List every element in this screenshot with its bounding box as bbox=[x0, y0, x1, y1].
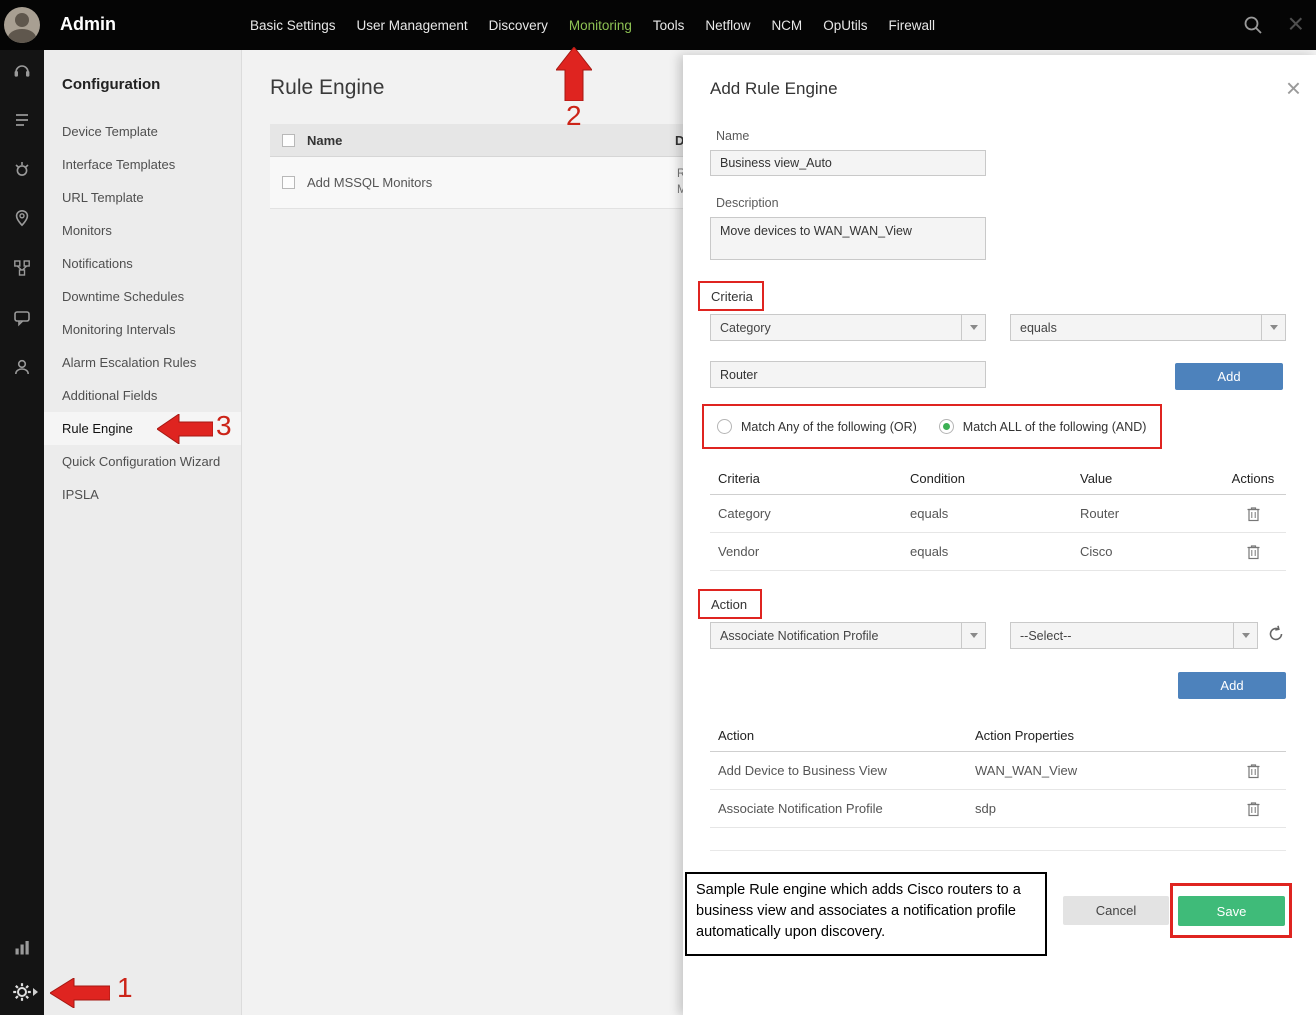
annotation-step-3: 3 bbox=[216, 410, 232, 441]
criteria-table-header: Criteria Condition Value Actions bbox=[710, 462, 1286, 495]
nav-discovery[interactable]: Discovery bbox=[489, 18, 548, 33]
sidebar-item-notifications[interactable]: Notifications bbox=[44, 247, 241, 280]
avatar-image bbox=[4, 7, 40, 43]
match-any-label: Match Any of the following (OR) bbox=[741, 419, 917, 434]
annotation-step-2: 2 bbox=[566, 100, 582, 131]
refresh-icon[interactable] bbox=[1266, 624, 1288, 646]
user-icon[interactable] bbox=[0, 347, 44, 387]
chevron-down-icon bbox=[961, 315, 985, 340]
action-type-dropdown[interactable]: Associate Notification Profile bbox=[710, 622, 986, 649]
criteria-section-label: Criteria bbox=[698, 281, 764, 311]
chevron-down-icon bbox=[961, 623, 985, 648]
nav-monitoring[interactable]: Monitoring bbox=[569, 18, 632, 33]
name-input[interactable]: Business view_Auto bbox=[710, 150, 986, 176]
rule-name: Add MSSQL Monitors bbox=[307, 175, 433, 190]
nav-netflow[interactable]: Netflow bbox=[705, 18, 750, 33]
close-icon[interactable]: × bbox=[1288, 8, 1304, 40]
action-row: Add Device to Business View WAN_WAN_View bbox=[710, 752, 1286, 790]
annotation-note: Sample Rule engine which adds Cisco rout… bbox=[685, 872, 1047, 956]
action-section-label: Action bbox=[698, 589, 762, 619]
add-rule-engine-panel: Add Rule Engine × Name Business view_Aut… bbox=[683, 55, 1316, 1015]
sidebar-item-url-template[interactable]: URL Template bbox=[44, 181, 241, 214]
select-all-checkbox[interactable] bbox=[282, 133, 295, 147]
inventory-list-icon[interactable] bbox=[0, 100, 44, 140]
nav-oputils[interactable]: OpUtils bbox=[823, 18, 867, 33]
delete-criteria-icon[interactable] bbox=[1244, 505, 1262, 523]
gear-flyout-arrow-icon bbox=[33, 988, 38, 996]
criteria-add-button[interactable]: Add bbox=[1175, 363, 1283, 390]
divider bbox=[710, 850, 1286, 851]
maps-pin-icon[interactable] bbox=[0, 198, 44, 238]
description-label: Description bbox=[716, 196, 779, 210]
delete-action-icon[interactable] bbox=[1244, 762, 1262, 780]
icon-rail bbox=[0, 50, 44, 1015]
match-any-radio[interactable] bbox=[717, 419, 732, 434]
app-title: Admin bbox=[60, 14, 116, 34]
sidebar-item-downtime-schedules[interactable]: Downtime Schedules bbox=[44, 280, 241, 313]
chat-icon[interactable] bbox=[0, 298, 44, 338]
support-headset-icon[interactable] bbox=[0, 50, 44, 90]
description-input[interactable]: Move devices to WAN_WAN_View bbox=[710, 217, 986, 260]
chevron-down-icon bbox=[1233, 623, 1257, 648]
page-title: Rule Engine bbox=[270, 76, 385, 99]
top-navigation: Basic Settings User Management Discovery… bbox=[250, 0, 935, 50]
criteria-field-dropdown[interactable]: Category bbox=[710, 314, 986, 341]
sidebar-title: Configuration bbox=[62, 76, 161, 93]
criteria-table: Criteria Condition Value Actions Categor… bbox=[710, 462, 1286, 571]
nav-ncm[interactable]: NCM bbox=[771, 18, 802, 33]
chevron-down-icon bbox=[1261, 315, 1285, 340]
action-row: Associate Notification Profile sdp bbox=[710, 790, 1286, 828]
nav-tools[interactable]: Tools bbox=[653, 18, 685, 33]
alarm-icon[interactable] bbox=[0, 149, 44, 189]
action-value-dropdown[interactable]: --Select-- bbox=[1010, 622, 1258, 649]
match-all-radio[interactable] bbox=[938, 419, 954, 434]
sidebar-item-interface-templates[interactable]: Interface Templates bbox=[44, 148, 241, 181]
sidebar-item-device-template[interactable]: Device Template bbox=[44, 115, 241, 148]
criteria-condition-dropdown[interactable]: equals bbox=[1010, 314, 1286, 341]
criteria-row: Category equals Router bbox=[710, 495, 1286, 533]
delete-action-icon[interactable] bbox=[1244, 800, 1262, 818]
criteria-value-input[interactable]: Router bbox=[710, 361, 986, 388]
criteria-row: Vendor equals Cisco bbox=[710, 533, 1286, 571]
topology-icon[interactable] bbox=[0, 248, 44, 288]
match-all-label: Match ALL of the following (AND) bbox=[962, 419, 1147, 434]
nav-basic-settings[interactable]: Basic Settings bbox=[250, 18, 336, 33]
action-table-header: Action Action Properties bbox=[710, 719, 1286, 752]
nav-user-management[interactable]: User Management bbox=[357, 18, 468, 33]
sidebar-item-monitors[interactable]: Monitors bbox=[44, 214, 241, 247]
match-type-radio-group: Match Any of the following (OR) Match AL… bbox=[702, 404, 1162, 449]
delete-criteria-icon[interactable] bbox=[1244, 543, 1262, 561]
annotation-step-1: 1 bbox=[117, 972, 133, 1003]
panel-close-icon[interactable]: × bbox=[1286, 73, 1301, 104]
sidebar-item-additional-fields[interactable]: Additional Fields bbox=[44, 379, 241, 412]
user-avatar[interactable] bbox=[0, 0, 44, 50]
topbar: Admin Basic Settings User Management Dis… bbox=[0, 0, 1316, 50]
cancel-button[interactable]: Cancel bbox=[1063, 896, 1169, 925]
search-icon[interactable] bbox=[1242, 14, 1264, 36]
annotation-arrow-left-settings bbox=[50, 978, 110, 1008]
panel-title: Add Rule Engine bbox=[710, 79, 838, 98]
reports-chart-icon[interactable] bbox=[0, 928, 44, 968]
configuration-sidebar: Configuration Device Template Interface … bbox=[44, 50, 242, 1015]
save-button[interactable]: Save bbox=[1178, 896, 1285, 926]
nav-firewall[interactable]: Firewall bbox=[888, 18, 935, 33]
name-label: Name bbox=[716, 129, 750, 143]
sidebar-item-alarm-escalation-rules[interactable]: Alarm Escalation Rules bbox=[44, 346, 241, 379]
name-column-header: Name bbox=[307, 132, 343, 148]
row-checkbox[interactable] bbox=[282, 176, 295, 189]
sidebar-item-ipsla[interactable]: IPSLA bbox=[44, 478, 241, 511]
annotation-arrow-left-rule-engine bbox=[157, 414, 213, 444]
action-table: Action Action Properties Add Device to B… bbox=[710, 719, 1286, 828]
sidebar-item-quick-configuration-wizard[interactable]: Quick Configuration Wizard bbox=[44, 445, 241, 478]
sidebar-item-monitoring-intervals[interactable]: Monitoring Intervals bbox=[44, 313, 241, 346]
annotation-arrow-up-monitoring bbox=[556, 47, 592, 101]
action-add-button[interactable]: Add bbox=[1178, 672, 1286, 699]
